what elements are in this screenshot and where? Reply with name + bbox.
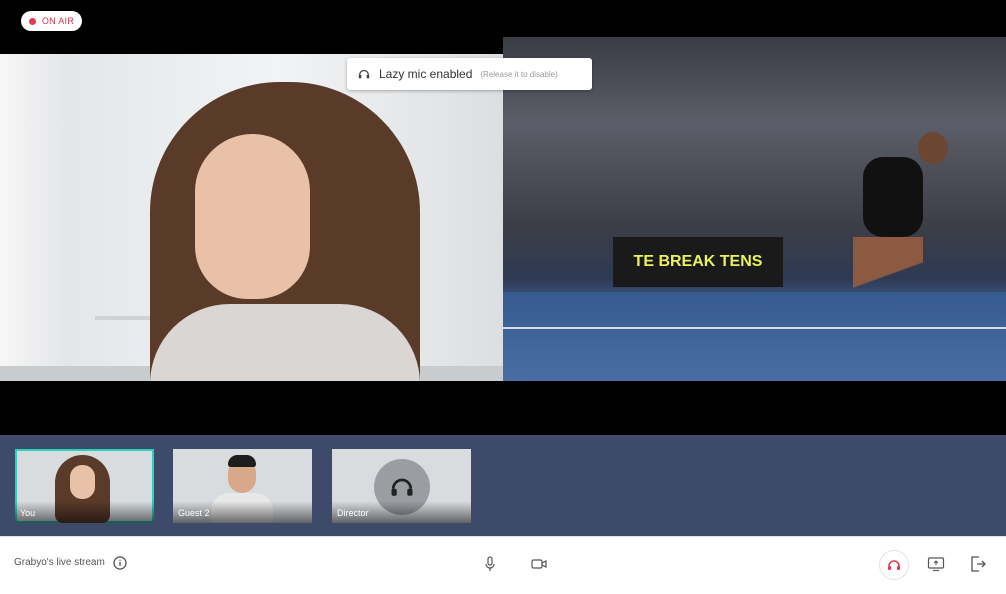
participant-label: Guest 2 xyxy=(173,501,312,523)
headset-button[interactable] xyxy=(879,550,909,580)
player-head xyxy=(918,132,948,164)
info-icon[interactable] xyxy=(113,556,127,570)
headset-icon xyxy=(355,65,373,83)
participant-tile-you[interactable]: You xyxy=(15,449,154,523)
on-air-badge: ON AIR xyxy=(21,11,82,31)
on-air-dot-icon xyxy=(28,17,36,25)
exit-button[interactable] xyxy=(969,554,987,574)
presenter-body xyxy=(150,304,420,381)
on-air-label: ON AIR xyxy=(41,16,75,26)
toast-hint: (Release it to disable) xyxy=(480,69,558,79)
control-bar: Grabyo's live stream xyxy=(0,536,1006,594)
participant-label: You xyxy=(15,501,154,523)
headset-icon xyxy=(888,560,900,570)
tennis-player xyxy=(823,132,963,342)
lazy-mic-toast: Lazy mic enabled (Release it to disable) xyxy=(347,58,592,90)
stream-name: Grabyo's live stream xyxy=(14,557,105,568)
headset-icon xyxy=(391,478,413,496)
exit-icon xyxy=(971,556,986,572)
presenter-video xyxy=(0,54,503,381)
screen-share-button[interactable] xyxy=(927,555,945,573)
presenter-face xyxy=(195,134,310,299)
participant-tile-guest-2[interactable]: Guest 2 xyxy=(173,449,312,523)
player-legs xyxy=(853,237,923,337)
microphone-button[interactable] xyxy=(482,555,498,573)
camera-icon xyxy=(531,559,547,569)
you-face xyxy=(70,465,95,499)
window-light xyxy=(0,54,70,381)
guest-hair xyxy=(228,455,256,467)
participant-strip: You Guest 2 Director xyxy=(0,435,1006,536)
participant-tile-director[interactable]: Director xyxy=(332,449,471,523)
participant-label: Director xyxy=(332,501,471,523)
court-banner: TE BREAK TENS xyxy=(613,237,783,287)
screen-share-icon xyxy=(927,557,945,572)
camera-button[interactable] xyxy=(530,555,548,573)
toast-title: Lazy mic enabled xyxy=(379,67,473,81)
player-torso xyxy=(863,157,923,237)
program-stage: ON AIR TE BREAK TENS Lazy mic enabled (R… xyxy=(0,0,1006,435)
microphone-icon xyxy=(485,556,495,571)
